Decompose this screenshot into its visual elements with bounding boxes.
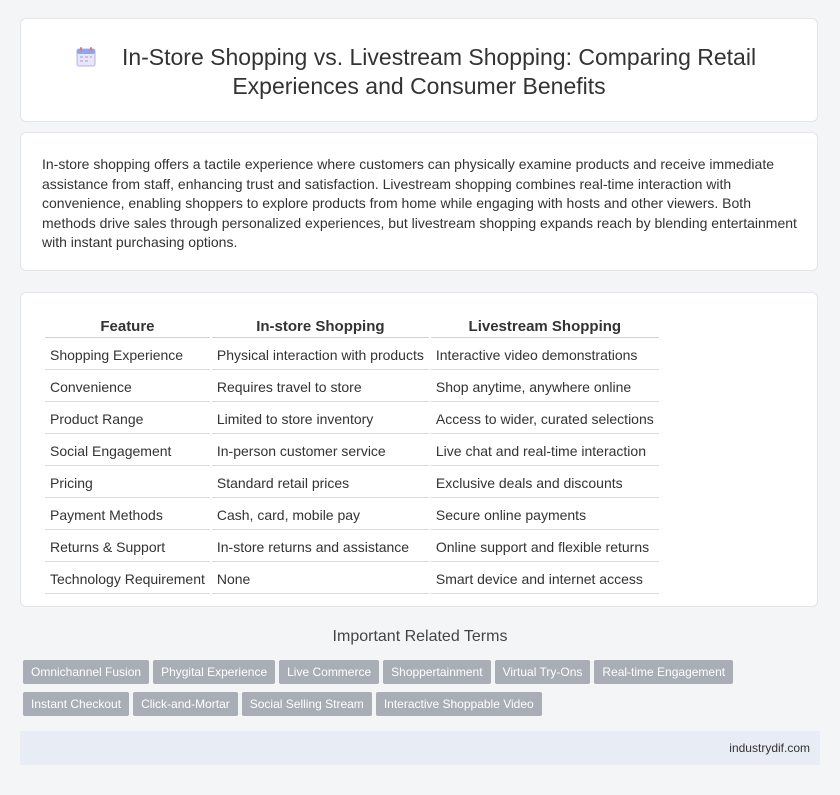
table-cell: Live chat and real-time interaction (430, 436, 659, 466)
table-cell: Product Range (45, 404, 210, 434)
term-tag[interactable]: Omnichannel Fusion (23, 660, 150, 684)
table-cell: Cash, card, mobile pay (211, 500, 429, 530)
footer: industrydif.com (20, 731, 820, 765)
column-header: In-store Shopping (211, 315, 429, 338)
table-cell: Physical interaction with products (211, 340, 429, 370)
table-row: Social Engagement In-person customer ser… (45, 436, 659, 466)
table-cell: Limited to store inventory (211, 404, 429, 434)
table-cell: Shopping Experience (45, 340, 210, 370)
term-tag[interactable]: Interactive Shoppable Video (375, 692, 542, 716)
table-row: Convenience Requires travel to store Sho… (45, 372, 659, 402)
footer-site-link[interactable]: industrydif.com (729, 741, 810, 755)
table-cell: None (211, 564, 429, 594)
page-title: In-Store Shopping vs. Livestream Shoppin… (21, 43, 817, 101)
table-cell: Access to wider, curated selections (430, 404, 659, 434)
table-cell: Pricing (45, 468, 210, 498)
table-cell: Social Engagement (45, 436, 210, 466)
table-cell: Online support and flexible returns (430, 532, 659, 562)
table-cell: Payment Methods (45, 500, 210, 530)
term-tag[interactable]: Virtual Try-Ons (494, 660, 591, 684)
table-cell: Shop anytime, anywhere online (430, 372, 659, 402)
term-tag[interactable]: Click-and-Mortar (133, 692, 238, 716)
table-cell: Technology Requirement (45, 564, 210, 594)
related-terms-tags: Omnichannel Fusion Phygital Experience Liv… (23, 660, 823, 724)
table-cell: Returns & Support (45, 532, 210, 562)
table-row: Pricing Standard retail prices Exclusive… (45, 468, 659, 498)
table-cell: In-store returns and assistance (211, 532, 429, 562)
table-row: Product Range Limited to store inventory… (45, 404, 659, 434)
term-tag[interactable]: Instant Checkout (23, 692, 130, 716)
table-row: Returns & Support In-store returns and a… (45, 532, 659, 562)
term-tag[interactable]: Real-time Engagement (594, 660, 734, 684)
table-cell: Smart device and internet access (430, 564, 659, 594)
table-cell: Requires travel to store (211, 372, 429, 402)
column-header: Livestream Shopping (430, 315, 659, 338)
page-title-line-1: In-Store Shopping vs. Livestream Shoppin… (121, 44, 757, 70)
table-cell: Convenience (45, 372, 210, 402)
term-tag[interactable]: Phygital Experience (153, 660, 276, 684)
comparison-card: Feature In-store Shopping Livestream Sho… (20, 292, 818, 607)
intro-card: In-store shopping offers a tactile exper… (20, 132, 818, 271)
table-row: Shopping Experience Physical interaction… (45, 340, 659, 370)
table-row: Technology Requirement None Smart device… (45, 564, 659, 594)
table-cell: In-person customer service (211, 436, 429, 466)
term-tag[interactable]: Shoppertainment (383, 660, 491, 684)
related-terms-heading: Important Related Terms (332, 628, 508, 645)
comparison-table: Feature In-store Shopping Livestream Sho… (43, 313, 661, 596)
intro-paragraph: In-store shopping offers a tactile exper… (42, 156, 797, 251)
table-cell: Secure online payments (430, 500, 659, 530)
table-row: Payment Methods Cash, card, mobile pay S… (45, 500, 659, 530)
column-header: Feature (45, 315, 210, 338)
page-title-line-2: Experiences and Consumer Benefits (232, 73, 606, 99)
title-card: In-Store Shopping vs. Livestream Shoppin… (20, 18, 818, 122)
term-tag[interactable]: Live Commerce (279, 660, 380, 684)
table-header-row: Feature In-store Shopping Livestream Sho… (45, 315, 659, 338)
table-cell: Standard retail prices (211, 468, 429, 498)
term-tag[interactable]: Social Selling Stream (241, 692, 372, 716)
table-cell: Interactive video demonstrations (430, 340, 659, 370)
table-cell: Exclusive deals and discounts (430, 468, 659, 498)
